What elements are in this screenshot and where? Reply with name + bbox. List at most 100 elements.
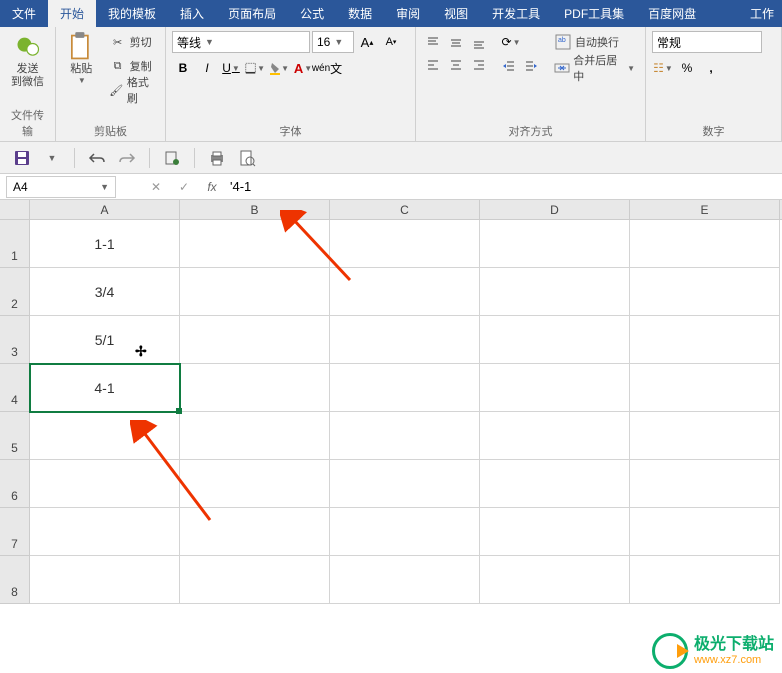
cell[interactable]: 4-1 — [30, 364, 180, 412]
menu-tab-3[interactable]: 插入 — [168, 0, 216, 27]
row-header[interactable]: 5 — [0, 412, 30, 460]
align-bottom-button[interactable] — [468, 31, 490, 53]
orientation-button[interactable]: ⟳▼ — [498, 31, 524, 53]
cell[interactable] — [480, 364, 630, 412]
cell[interactable] — [180, 364, 330, 412]
name-box[interactable]: A4 ▼ — [6, 176, 116, 198]
align-middle-button[interactable] — [445, 31, 467, 53]
menu-tab-4[interactable]: 页面布局 — [216, 0, 288, 27]
merge-center-button[interactable]: 合并后居中▼ — [550, 57, 639, 79]
formula-input[interactable]: '4-1 — [222, 179, 782, 194]
cell[interactable] — [330, 412, 480, 460]
comma-button[interactable]: , — [700, 57, 722, 79]
paste-button[interactable]: 粘贴 ▼ — [62, 31, 101, 85]
cell[interactable] — [180, 460, 330, 508]
cell[interactable] — [480, 220, 630, 268]
row-header[interactable]: 8 — [0, 556, 30, 604]
wrap-text-button[interactable]: ab 自动换行 — [550, 31, 639, 53]
cell[interactable] — [330, 220, 480, 268]
print-preview-button[interactable] — [235, 146, 259, 170]
redo-button[interactable] — [115, 146, 139, 170]
column-header[interactable]: C — [330, 200, 480, 219]
underline-button[interactable]: U▼ — [220, 57, 242, 79]
increase-font-button[interactable]: A▴ — [356, 31, 378, 53]
cell[interactable] — [30, 508, 180, 556]
cell[interactable] — [480, 316, 630, 364]
cell[interactable]: 5/1 — [30, 316, 180, 364]
cell[interactable]: 3/4 — [30, 268, 180, 316]
cancel-formula-button[interactable]: ✕ — [146, 177, 166, 197]
cell[interactable] — [330, 460, 480, 508]
cell[interactable] — [330, 364, 480, 412]
accept-formula-button[interactable]: ✓ — [174, 177, 194, 197]
increase-indent-button[interactable] — [520, 55, 542, 77]
column-header[interactable]: A — [30, 200, 180, 219]
row-header[interactable]: 4 — [0, 364, 30, 412]
italic-button[interactable]: I — [196, 57, 218, 79]
align-left-button[interactable] — [422, 54, 444, 76]
fx-button[interactable]: fx — [202, 177, 222, 197]
cell[interactable] — [30, 556, 180, 604]
column-header[interactable]: D — [480, 200, 630, 219]
font-color-button[interactable]: A▼ — [292, 57, 314, 79]
number-format-combo[interactable]: 常规 — [652, 31, 762, 53]
cell[interactable] — [180, 220, 330, 268]
border-button[interactable]: ▼ — [244, 57, 266, 79]
row-header[interactable]: 7 — [0, 508, 30, 556]
qat-dropdown[interactable]: ▼ — [40, 146, 64, 170]
font-name-combo[interactable]: 等线▼ — [172, 31, 310, 53]
menu-tab-9[interactable]: 开发工具 — [480, 0, 552, 27]
cell[interactable] — [630, 364, 780, 412]
cell[interactable] — [480, 268, 630, 316]
cell[interactable] — [180, 412, 330, 460]
cell[interactable] — [630, 268, 780, 316]
decrease-indent-button[interactable] — [498, 55, 520, 77]
cell[interactable] — [630, 316, 780, 364]
column-header[interactable]: E — [630, 200, 780, 219]
print-button[interactable] — [205, 146, 229, 170]
menu-tab-7[interactable]: 审阅 — [384, 0, 432, 27]
menu-tab-1[interactable]: 开始 — [48, 0, 96, 27]
cell[interactable] — [480, 508, 630, 556]
cell[interactable] — [330, 268, 480, 316]
fill-color-button[interactable]: ▼ — [268, 57, 290, 79]
phonetic-button[interactable]: wén文 — [316, 57, 338, 79]
cell[interactable] — [180, 556, 330, 604]
menu-tab-0[interactable]: 文件 — [0, 0, 48, 27]
cell[interactable] — [630, 508, 780, 556]
menu-tab-10[interactable]: PDF工具集 — [552, 0, 636, 27]
format-painter-button[interactable]: 🖌 格式刷 — [105, 79, 159, 101]
row-header[interactable]: 2 — [0, 268, 30, 316]
cell[interactable] — [180, 268, 330, 316]
send-to-wechat-button[interactable]: 发送 到微信 — [6, 31, 49, 89]
cell[interactable] — [630, 412, 780, 460]
font-size-combo[interactable]: 16▼ — [312, 31, 354, 53]
cell[interactable] — [330, 316, 480, 364]
cell[interactable] — [180, 508, 330, 556]
row-header[interactable]: 6 — [0, 460, 30, 508]
decrease-font-button[interactable]: A▾ — [380, 31, 402, 53]
align-right-button[interactable] — [468, 54, 490, 76]
save-button[interactable] — [10, 146, 34, 170]
currency-button[interactable]: ☷▼ — [652, 57, 674, 79]
cell[interactable] — [30, 412, 180, 460]
align-top-button[interactable] — [422, 31, 444, 53]
cell[interactable] — [480, 460, 630, 508]
cell[interactable] — [330, 556, 480, 604]
percent-button[interactable]: % — [676, 57, 698, 79]
cell[interactable] — [630, 460, 780, 508]
cell[interactable] — [480, 412, 630, 460]
bold-button[interactable]: B — [172, 57, 194, 79]
cell[interactable]: 1-1 — [30, 220, 180, 268]
menu-tab-11[interactable]: 百度网盘 — [636, 0, 708, 27]
row-header[interactable]: 1 — [0, 220, 30, 268]
cell[interactable] — [30, 460, 180, 508]
select-all-corner[interactable] — [0, 200, 30, 219]
undo-button[interactable] — [85, 146, 109, 170]
menu-tab-8[interactable]: 视图 — [432, 0, 480, 27]
cut-button[interactable]: ✂ 剪切 — [105, 31, 159, 53]
cell[interactable] — [480, 556, 630, 604]
menu-tab-5[interactable]: 公式 — [288, 0, 336, 27]
menu-tab-2[interactable]: 我的模板 — [96, 0, 168, 27]
qat-btn-1[interactable] — [160, 146, 184, 170]
